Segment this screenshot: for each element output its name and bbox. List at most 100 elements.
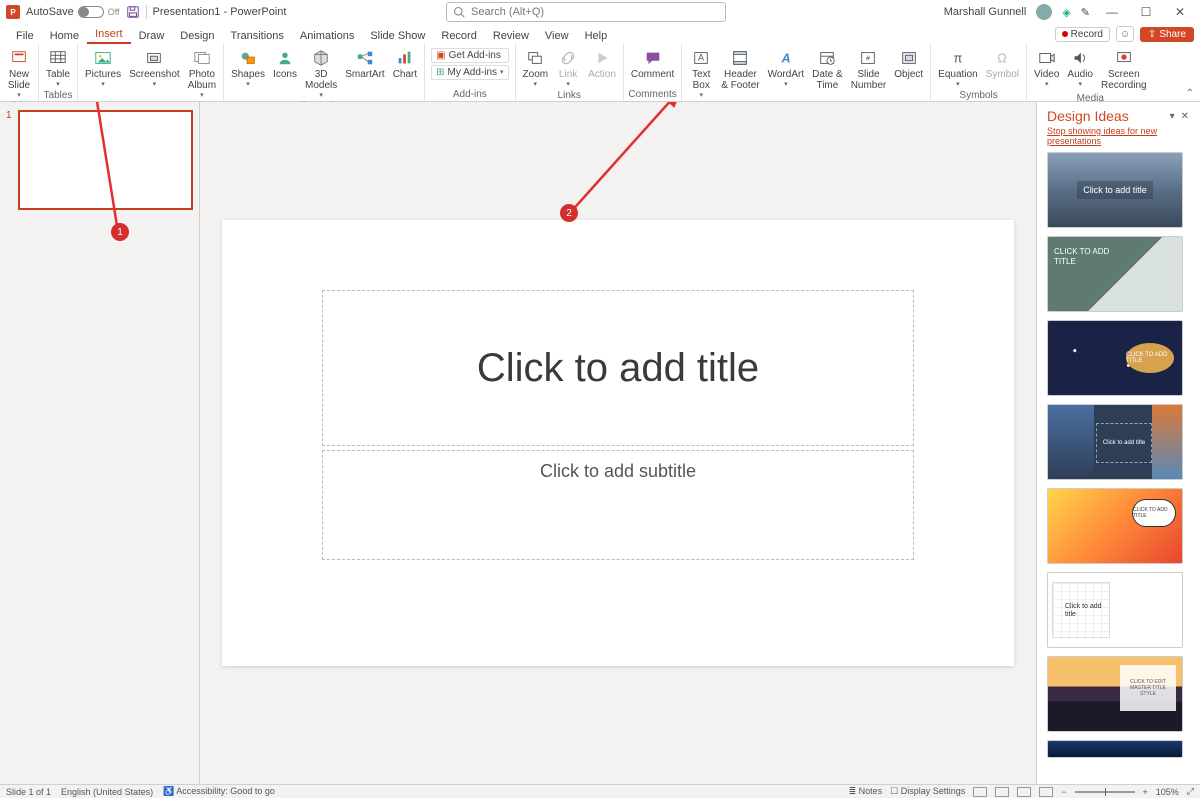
pane-options-button[interactable]: ▾ [1167,111,1178,122]
feedback-button[interactable]: ☺ [1116,26,1134,42]
fit-to-window-button[interactable]: ⤢ [1187,786,1194,797]
notes-button[interactable]: ≣ Notes [849,786,883,797]
record-button[interactable]: Record [1055,27,1110,42]
zoom-button[interactable]: Zoom▾ [520,46,552,90]
thumbnail-number: 1 [6,110,14,210]
slideshow-view-button[interactable] [1039,787,1053,797]
stop-showing-link[interactable]: Stop showing ideas for new presentations [1037,126,1200,152]
equation-button[interactable]: πEquation▾ [935,46,980,90]
avatar[interactable] [1036,4,1052,20]
tab-transitions[interactable]: Transitions [223,28,292,44]
search-placeholder: Search (Alt+Q) [471,6,544,18]
tab-help[interactable]: Help [577,28,616,44]
normal-view-button[interactable] [973,787,987,797]
zoom-in-button[interactable]: + [1143,787,1148,797]
smartart-button[interactable]: SmartArt [342,46,387,82]
chevron-down-icon: ▾ [699,92,703,99]
my-addins-button[interactable]: ⊞My Add-ins ▾ [431,65,508,80]
tab-animations[interactable]: Animations [292,28,362,44]
design-idea-item[interactable]: Click to add title [1047,404,1183,480]
pen-icon[interactable]: ✎ [1081,6,1090,19]
minimize-button[interactable]: — [1100,2,1124,22]
symbol-icon: Ω [993,48,1011,68]
table-button[interactable]: Table▾ [43,46,73,90]
share-button[interactable]: ⇪Share [1140,27,1194,42]
text-box-button[interactable]: AText Box▾ [686,46,716,101]
reading-view-button[interactable] [1017,787,1031,797]
status-accessibility[interactable]: ♿ Accessibility: Good to go [163,786,275,797]
screenshot-button[interactable]: Screenshot▾ [126,46,183,90]
design-idea-item[interactable]: CLICK TO ADD TITLE [1047,236,1183,312]
audio-button[interactable]: Audio▾ [1064,46,1096,90]
screen-recording-button[interactable]: Screen Recording [1098,46,1150,93]
title-placeholder[interactable]: Click to add title [322,290,914,446]
slide-thumbnail[interactable]: 1 [6,110,193,210]
zoom-out-button[interactable]: − [1061,787,1066,797]
collapse-ribbon-button[interactable]: ⌃ [1186,88,1194,99]
chevron-down-icon: ▾ [534,81,538,88]
group-media: Video▾ Audio▾ Screen Recording Media [1027,44,1154,101]
display-settings-button[interactable]: ☐ Display Settings [890,786,965,797]
status-language[interactable]: English (United States) [61,787,153,797]
design-idea-item[interactable]: CLICK TO EDIT MASTER TITLE STYLE [1047,656,1183,732]
video-icon [1038,48,1056,68]
group-symbols: πEquation▾ ΩSymbol Symbols [931,44,1027,101]
shapes-button[interactable]: Shapes▾ [228,46,268,90]
design-ideas-list[interactable]: Click to add title CLICK TO ADD TITLE CL… [1037,152,1200,784]
tab-draw[interactable]: Draw [131,28,173,44]
slide[interactable]: Click to add title Click to add subtitle [222,220,1014,666]
close-pane-button[interactable]: ✕ [1178,111,1192,122]
new-slide-icon [10,48,28,68]
date-time-button[interactable]: Date & Time [809,46,846,93]
design-idea-item[interactable] [1047,740,1183,758]
tab-review[interactable]: Review [485,28,537,44]
thumbnail-preview[interactable] [18,110,193,210]
3d-models-button[interactable]: 3D Models▾ [302,46,340,101]
annotation-badge-1: 1 [111,223,129,241]
pictures-button[interactable]: Pictures▾ [82,46,124,90]
slide-number-button[interactable]: #Slide Number [848,46,890,93]
subtitle-placeholder[interactable]: Click to add subtitle [322,450,914,560]
save-icon[interactable] [126,5,140,19]
status-slide[interactable]: Slide 1 of 1 [6,787,51,797]
link-icon [559,48,577,68]
tab-insert[interactable]: Insert [87,26,131,44]
tab-file[interactable]: File [8,28,42,44]
search-input[interactable]: Search (Alt+Q) [446,2,726,22]
tab-view[interactable]: View [537,28,577,44]
header-footer-button[interactable]: Header & Footer [718,46,762,93]
slide-thumbnail-pane[interactable]: 1 [0,102,200,784]
comment-button[interactable]: Comment [628,46,677,82]
design-idea-item[interactable]: Click to add title [1047,152,1183,228]
design-idea-item[interactable]: CLICK TO ADD TITLE [1047,320,1183,396]
photo-album-button[interactable]: Photo Album▾ [185,46,219,101]
tab-record[interactable]: Record [433,28,484,44]
user-name[interactable]: Marshall Gunnell [944,6,1027,18]
autosave-toggle[interactable]: AutoSave Off [26,6,120,18]
new-slide-button[interactable]: New Slide▾ [4,46,34,101]
svg-text:#: # [866,54,870,63]
tab-home[interactable]: Home [42,28,87,44]
design-idea-item[interactable]: Click to add title [1047,572,1183,648]
diamond-icon[interactable]: ◈ [1062,6,1070,19]
design-idea-item[interactable]: CLICK TO ADD TITLE [1047,488,1183,564]
maximize-button[interactable]: ☐ [1134,2,1158,22]
tab-design[interactable]: Design [172,28,222,44]
tab-slideshow[interactable]: Slide Show [362,28,433,44]
chevron-down-icon: ▾ [101,81,105,88]
group-comments: Comment Comments [624,44,682,101]
chart-button[interactable]: Chart [390,46,420,82]
video-button[interactable]: Video▾ [1031,46,1062,90]
zoom-slider[interactable] [1075,791,1135,793]
zoom-level[interactable]: 105% [1156,787,1179,797]
close-button[interactable]: ✕ [1168,2,1192,22]
sorter-view-button[interactable] [995,787,1009,797]
smartart-icon [356,48,374,68]
chevron-down-icon: ▾ [200,92,204,99]
object-button[interactable]: Object [891,46,926,82]
get-addins-button[interactable]: ▣Get Add-ins [431,48,508,63]
icons-button[interactable]: Icons [270,46,300,82]
slide-canvas-area[interactable]: Click to add title Click to add subtitle [200,102,1036,784]
main-area: 1 Click to add title Click to add subtit… [0,102,1200,784]
wordart-button[interactable]: AWordArt▾ [765,46,808,90]
